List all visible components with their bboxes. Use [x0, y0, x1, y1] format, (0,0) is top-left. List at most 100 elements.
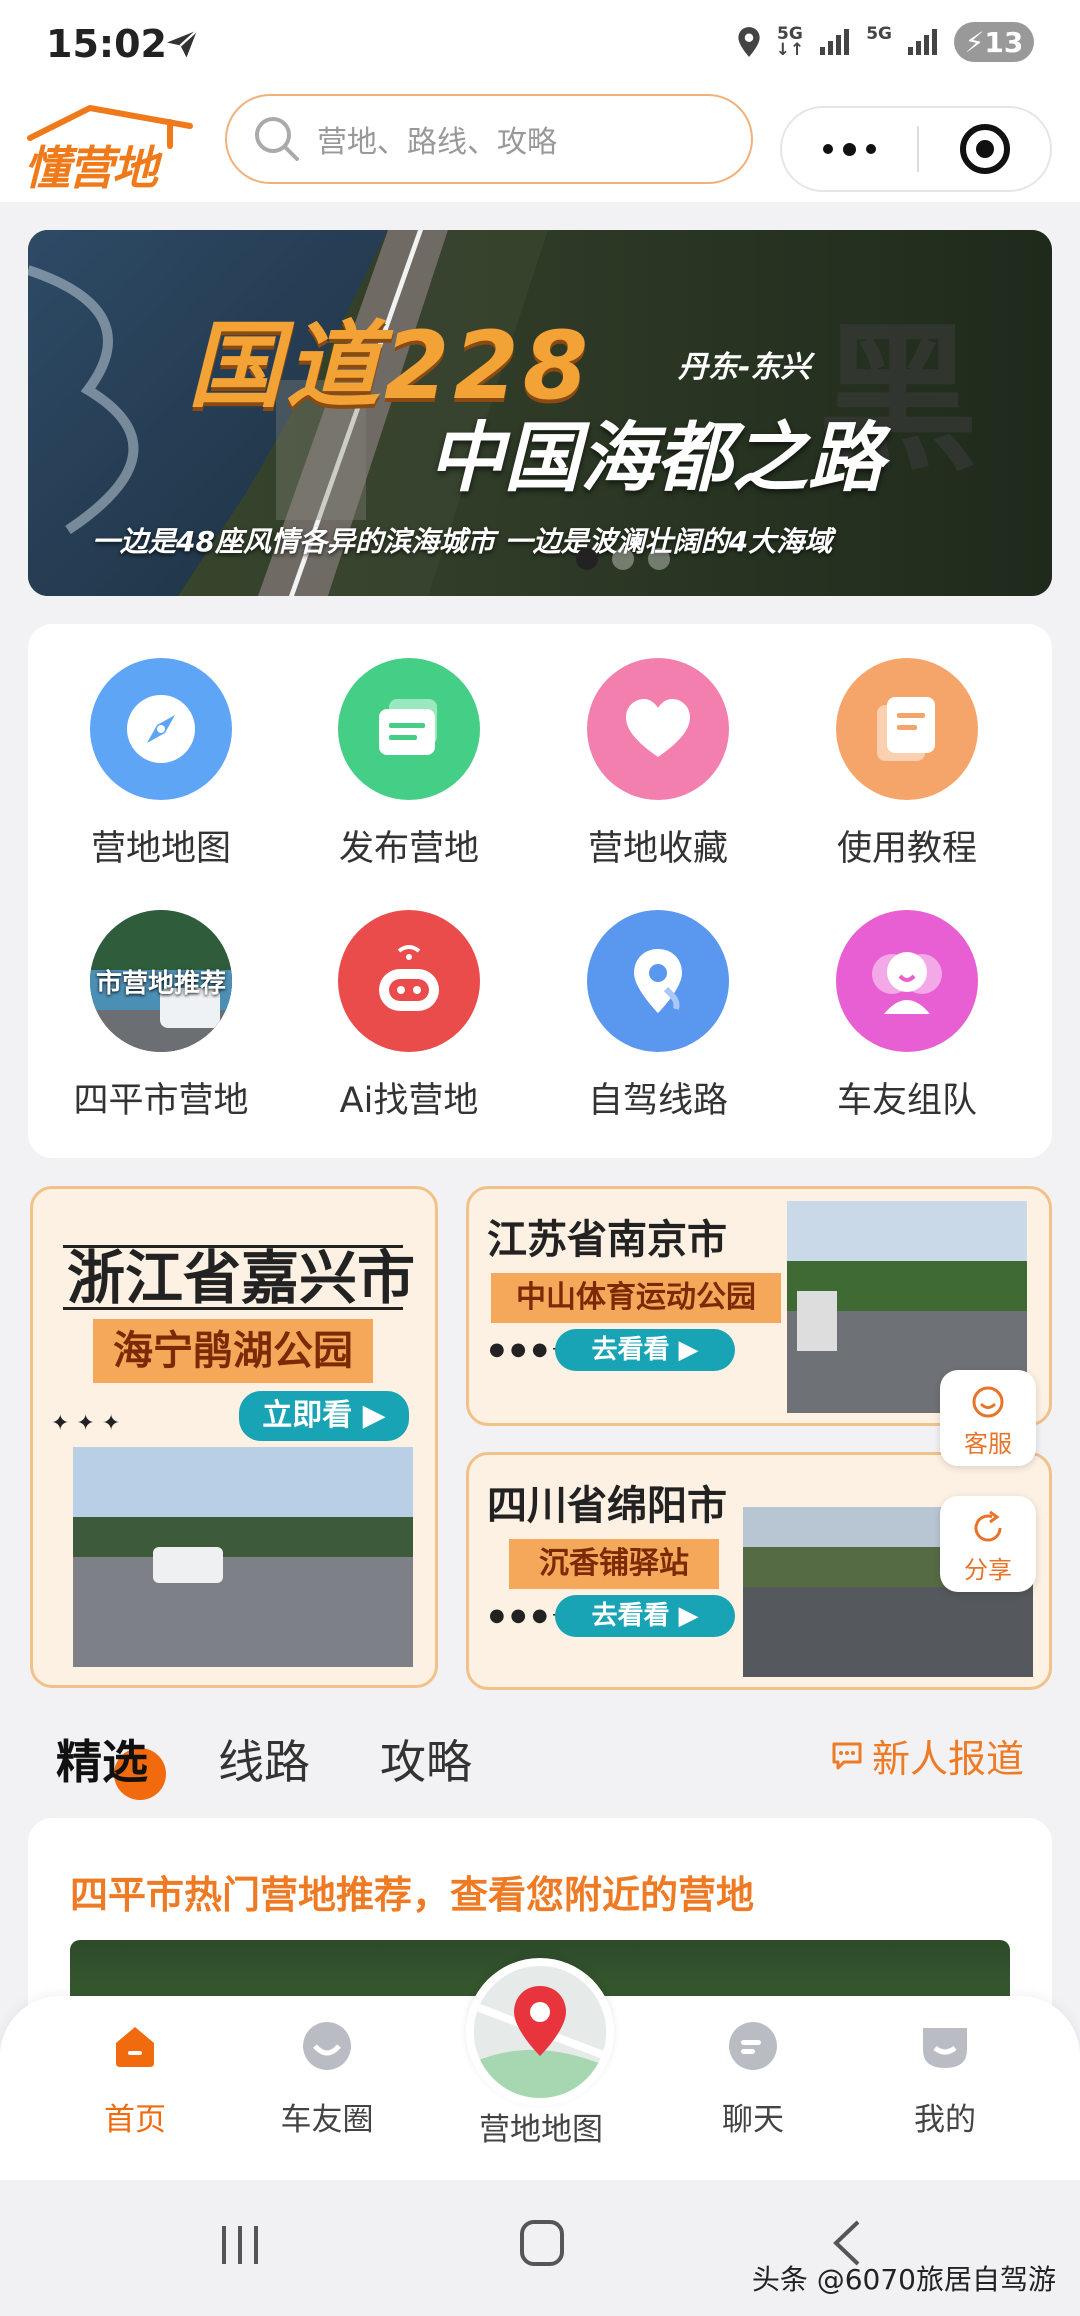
headset-icon — [972, 1386, 1004, 1418]
hero-banner[interactable]: 黑 国道228 丹东-东兴 中国海都之路 一边是48座风情各异的滨海城市 一边是… — [28, 230, 1052, 596]
share-button[interactable]: 分享 — [940, 1496, 1036, 1592]
menu-item-publish-camp[interactable]: 发布营地 — [294, 658, 524, 871]
center-map-button[interactable] — [466, 1958, 614, 2106]
search-placeholder: 营地、路线、攻略 — [317, 125, 557, 160]
menu-label: 使用教程 — [836, 829, 977, 869]
promo-place: 沉香铺驿站 — [509, 1539, 719, 1589]
map-location-icon — [474, 1966, 606, 2098]
promo-go-button[interactable]: 去看看 ▶ — [555, 1329, 735, 1371]
promo-place: 中山体育运动公园 — [491, 1273, 781, 1323]
menu-item-tutorial[interactable]: 使用教程 — [792, 658, 1022, 871]
tabbar-camp-map[interactable]: 营地地图 — [466, 2104, 616, 2149]
share-label: 分享 — [964, 1556, 1012, 1584]
tabbar-label: 聊天 — [722, 2102, 784, 2138]
robot-icon — [338, 910, 480, 1052]
promo-card-jiaxing[interactable]: 浙江省嘉兴市 海宁鹃湖公园 ✦ ✦ ✦ 立即看 ▶ — [30, 1186, 438, 1688]
watermark-text: 头条 @6070旅居自驾游 — [751, 2263, 1056, 2296]
profile-icon — [917, 2018, 973, 2074]
tabbar-label: 我的 — [914, 2102, 976, 2138]
banner-route: 丹东-东兴 — [678, 350, 811, 385]
menu-label: Ai找营地 — [339, 1081, 479, 1121]
signal-icon-2 — [908, 29, 937, 55]
banner-pagination — [576, 548, 670, 570]
promo-photo-rv-park — [73, 1447, 413, 1667]
more-options-button[interactable] — [782, 108, 917, 190]
customer-service-label: 客服 — [964, 1430, 1012, 1458]
content-tabs: 精选 线路 攻略 — [56, 1726, 472, 1800]
status-time: 15:02 — [46, 22, 167, 66]
promo-place: 海宁鹃湖公园 — [93, 1319, 373, 1383]
menu-label: 发布营地 — [338, 829, 479, 869]
dots-decoration: ● ● ● ─ — [489, 1605, 565, 1626]
promo-watch-button[interactable]: 立即看 ▶ — [239, 1391, 409, 1441]
signal-icon — [820, 29, 850, 55]
customer-service-button[interactable]: 客服 — [940, 1370, 1036, 1466]
status-icons: 5G ↓↑ 5G ⚡ 13 — [736, 22, 1034, 62]
moments-icon — [299, 2018, 355, 2074]
banner-subtitle: 中国海都之路 — [428, 413, 884, 502]
tab-routes[interactable]: 线路 — [218, 1726, 310, 1792]
home-nav-icon[interactable] — [518, 2218, 566, 2268]
heart-icon — [587, 658, 729, 800]
battery-charging-icon: ⚡ — [964, 25, 985, 59]
tabbar-moments[interactable]: 车友圈 — [252, 2018, 402, 2139]
tabbar-label: 车友圈 — [280, 2102, 374, 2138]
menu-item-ai-find-camp[interactable]: Ai找营地 — [294, 910, 524, 1123]
tab-featured[interactable]: 精选 — [56, 1726, 166, 1800]
logo-text: 懂营地 — [24, 141, 158, 195]
feed-title: 四平市热门营地推荐，查看您附近的营地 — [70, 1873, 755, 1917]
sparkle-decoration: ✦ ✦ ✦ — [51, 1411, 121, 1436]
home-icon — [107, 2018, 163, 2074]
network-5g-1: 5G ↓↑ — [775, 24, 805, 60]
menu-label: 自驾线路 — [587, 1081, 728, 1121]
search-input[interactable]: 营地、路线、攻略 — [225, 94, 753, 184]
telegram-send-icon — [167, 29, 198, 58]
tabbar-chat[interactable]: 聊天 — [678, 2018, 828, 2139]
location-icon — [738, 27, 760, 57]
map-pin-icon — [587, 910, 729, 1052]
network-5g-2: 5G — [866, 24, 892, 44]
status-bar: 15:02 5G ↓↑ 5G ⚡ 13 — [0, 0, 1080, 90]
banner-dot[interactable] — [612, 548, 634, 570]
banner-dot[interactable] — [648, 548, 670, 570]
newcomer-report-link[interactable]: 新人报道 — [830, 1728, 1024, 1783]
tabbar-profile[interactable]: 我的 — [870, 2018, 1020, 2139]
promo-go-button[interactable]: 去看看 ▶ — [555, 1595, 735, 1637]
publish-card-icon — [338, 658, 480, 800]
menu-item-city-camps[interactable]: 市营地推荐 四平市营地 — [46, 910, 276, 1123]
promo-city: 江苏省南京市 — [487, 1216, 727, 1263]
search-icon — [255, 117, 299, 161]
miniprogram-capsule — [780, 106, 1052, 192]
tabbar-label: 营地地图 — [479, 2112, 603, 2148]
promo-city: 四川省绵阳市 — [487, 1482, 727, 1529]
people-icon — [836, 910, 978, 1052]
tabbar-home[interactable]: 首页 — [60, 2018, 210, 2139]
battery-indicator: ⚡ 13 — [954, 22, 1034, 62]
menu-label: 四平市营地 — [73, 1081, 249, 1121]
menu-label: 车友组队 — [836, 1081, 977, 1121]
dots-decoration: ● ● ● ─ — [489, 1339, 565, 1360]
app-logo[interactable]: 懂营地 — [20, 96, 200, 196]
share-icon — [974, 1510, 1002, 1542]
banner-caption: 一边是48座风情各异的滨海城市 一边是波澜壮阔的4大海域 — [92, 525, 833, 558]
app-header: 懂营地 营地、路线、攻略 — [0, 90, 1080, 202]
tab-guides[interactable]: 攻略 — [380, 1726, 472, 1792]
close-miniprogram-button[interactable] — [919, 108, 1050, 190]
menu-item-team-up[interactable]: 车友组队 — [792, 910, 1022, 1123]
target-icon — [959, 124, 1010, 174]
promo-city: 浙江省嘉兴市 — [67, 1244, 416, 1312]
compass-icon — [90, 658, 232, 800]
document-icon — [836, 658, 978, 800]
menu-item-driving-routes[interactable]: 自驾线路 — [543, 910, 773, 1123]
feature-menu: 营地地图 发布营地 营地收藏 使用教程 市营地推荐 四平市营地 Ai找营地 自驾… — [28, 624, 1052, 1158]
menu-item-camp-map[interactable]: 营地地图 — [46, 658, 276, 871]
tabbar-label: 首页 — [104, 2102, 166, 2138]
city-camp-overlay-text: 市营地推荐 — [95, 968, 226, 999]
recent-apps-icon[interactable] — [218, 2222, 264, 2268]
city-camp-photo: 市营地推荐 — [90, 910, 232, 1052]
menu-label: 营地收藏 — [587, 829, 728, 869]
menu-item-camp-favorites[interactable]: 营地收藏 — [543, 658, 773, 871]
chat-bubble-icon — [832, 1742, 862, 1769]
banner-dot[interactable] — [576, 548, 598, 570]
chat-icon — [725, 2018, 781, 2074]
